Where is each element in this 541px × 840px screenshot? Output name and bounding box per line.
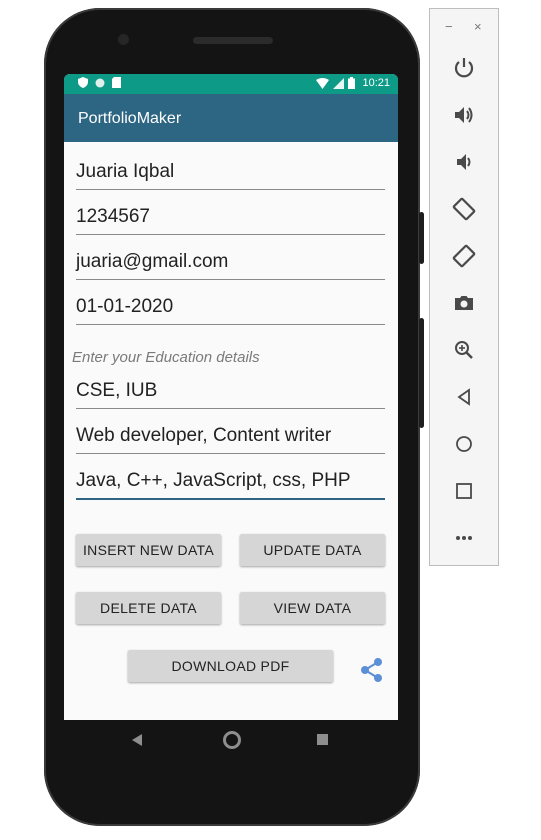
rotate-right-icon[interactable]	[452, 244, 476, 268]
download-pdf-button[interactable]: DOWNLOAD PDF	[128, 650, 333, 682]
circle-status-icon	[95, 78, 105, 87]
camera-icon[interactable]	[452, 291, 476, 315]
emulator-side-panel: − ×	[429, 8, 499, 566]
phone-field[interactable]: 1234567	[76, 204, 385, 235]
education-field[interactable]: CSE, IUB	[76, 378, 385, 409]
share-icon[interactable]	[358, 656, 386, 684]
app-title: PortfolioMaker	[78, 110, 182, 127]
minimize-button[interactable]: −	[445, 19, 453, 34]
date-field[interactable]: 01-01-2020	[76, 294, 385, 325]
view-data-button[interactable]: VIEW DATA	[240, 592, 385, 624]
home-icon[interactable]	[452, 432, 476, 456]
volume-down-icon[interactable]	[452, 150, 476, 174]
name-field[interactable]: Juaria Iqbal	[76, 159, 385, 190]
skills-field[interactable]: Java, C++, JavaScript, css, PHP	[76, 468, 385, 500]
wifi-icon	[316, 77, 330, 89]
zoom-icon[interactable]	[452, 338, 476, 362]
battery-icon	[348, 77, 356, 89]
overview-icon[interactable]	[452, 479, 476, 503]
sd-card-icon	[112, 77, 121, 88]
volume-up-icon[interactable]	[452, 103, 476, 127]
status-time: 10:21	[362, 77, 390, 89]
shield-icon	[78, 77, 88, 88]
experience-field[interactable]: Web developer, Content writer	[76, 423, 385, 454]
front-camera	[118, 34, 129, 45]
update-data-button[interactable]: UPDATE DATA	[240, 534, 385, 566]
more-icon[interactable]	[452, 526, 476, 550]
signal-icon	[333, 77, 345, 89]
device-screen: 10:21 PortfolioMaker Juaria Iqbal 123456…	[64, 74, 398, 720]
education-hint: Enter your Education details	[72, 349, 260, 366]
power-side-button	[419, 212, 424, 264]
volume-side-button	[419, 318, 424, 428]
close-button[interactable]: ×	[474, 19, 482, 34]
back-icon[interactable]	[452, 385, 476, 409]
nav-recents-icon[interactable]	[317, 734, 328, 745]
email-field[interactable]: juaria@gmail.com	[76, 249, 385, 280]
nav-home-icon[interactable]	[223, 731, 241, 749]
delete-data-button[interactable]: DELETE DATA	[76, 592, 221, 624]
insert-new-data-button[interactable]: INSERT NEW DATA	[76, 534, 221, 566]
status-bar: 10:21	[64, 74, 398, 94]
navigation-bar	[64, 720, 398, 762]
power-icon[interactable]	[452, 56, 476, 80]
nav-back-icon[interactable]	[132, 734, 142, 746]
earpiece-speaker	[193, 37, 273, 44]
rotate-left-icon[interactable]	[452, 197, 476, 221]
app-bar: PortfolioMaker	[64, 94, 398, 142]
panel-titlebar: − ×	[430, 19, 498, 39]
